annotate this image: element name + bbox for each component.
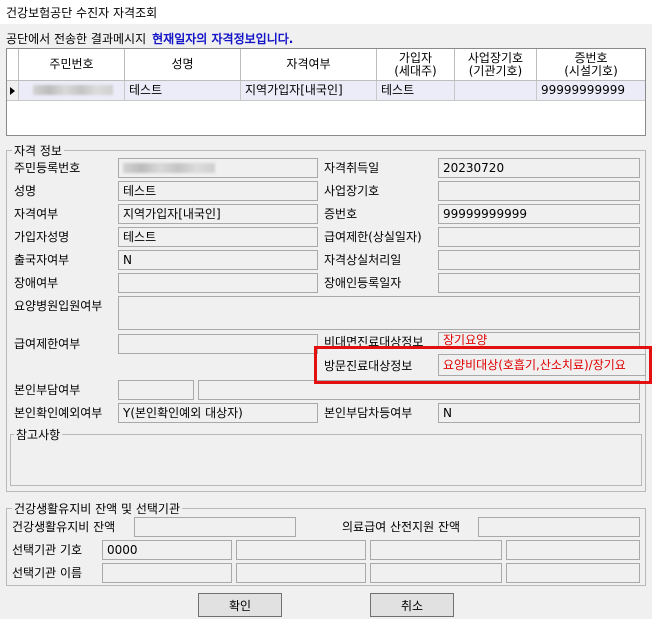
- field-inst-code-3[interactable]: [370, 540, 502, 560]
- field-disability[interactable]: [118, 273, 318, 293]
- ok-button[interactable]: 확인: [198, 593, 282, 617]
- field-benefit-limit-date[interactable]: [438, 227, 640, 247]
- label-self-pay: 본인부담여부: [14, 383, 81, 397]
- field-resident-no[interactable]: [118, 158, 318, 178]
- field-inst-code-1[interactable]: 0000: [102, 540, 232, 560]
- field-name[interactable]: 테스트: [118, 181, 318, 201]
- label-identity-exempt: 본인확인예외여부: [14, 406, 103, 420]
- field-benefit-limit[interactable]: [118, 334, 318, 354]
- grid-header-workplace-code[interactable]: 사업장기호 (기관기호): [455, 49, 537, 81]
- label-card-no: 증번호: [324, 207, 358, 221]
- label-self-pay-diff: 본인부담차등여부: [324, 406, 413, 420]
- label-name: 성명: [14, 184, 37, 198]
- field-departure[interactable]: N: [118, 250, 318, 270]
- field-inst-name-1[interactable]: [102, 563, 232, 583]
- field-card-no[interactable]: 99999999999: [438, 204, 640, 224]
- result-message-text: 현재일자의 자격정보입니다.: [152, 32, 294, 46]
- result-grid[interactable]: 주민번호 성명 자격여부 가입자 (세대주) 사업장기호 (기관기호) 증번호 …: [6, 48, 646, 136]
- field-status[interactable]: 지역가입자[내국인]: [118, 204, 318, 224]
- row-pointer-icon: [7, 81, 19, 101]
- grid-header-name[interactable]: 성명: [125, 49, 241, 81]
- grid-header-subscriber[interactable]: 가입자 (세대주): [377, 49, 455, 81]
- grid-cell-status[interactable]: 지역가입자[내국인]: [241, 81, 377, 101]
- grid-header-status[interactable]: 자격여부: [241, 49, 377, 81]
- label-disability-reg: 장애인등록일자: [324, 276, 402, 290]
- field-self-pay-diff[interactable]: N: [438, 403, 640, 423]
- grid-header-card-no[interactable]: 증번호 (시설기호): [537, 49, 645, 81]
- field-workplace-code[interactable]: [438, 181, 640, 201]
- redacted-resident-no-field: [123, 163, 215, 173]
- label-disability: 장애여부: [14, 276, 59, 290]
- field-inst-code-2[interactable]: [236, 540, 366, 560]
- label-benefit-limit: 급여제한여부: [14, 337, 81, 351]
- grid-cell-subscriber[interactable]: 테스트: [377, 81, 455, 101]
- label-benefit-limit-date: 급여제한(상실일자): [324, 230, 422, 244]
- label-resident-no: 주민등록번호: [14, 161, 81, 175]
- field-loss-processed[interactable]: [438, 250, 640, 270]
- grid-header-resident-no[interactable]: 주민번호: [19, 49, 125, 81]
- grid-cell-card-no[interactable]: 99999999999: [537, 81, 645, 101]
- grid-cell-name[interactable]: 테스트: [125, 81, 241, 101]
- field-inst-name-2[interactable]: [236, 563, 366, 583]
- label-medical-aid: 의료급여 산전지원 잔액: [342, 520, 461, 534]
- field-remarks[interactable]: [12, 442, 640, 484]
- label-loss-processed: 자격상실처리일: [324, 253, 402, 267]
- label-acquired-date: 자격취득일: [324, 161, 380, 175]
- field-medical-aid[interactable]: [478, 517, 640, 537]
- field-inst-name-4[interactable]: [506, 563, 640, 583]
- result-message-label: 공단에서 전송한 결과메시지: [6, 32, 147, 46]
- label-inst-name: 선택기관 이름: [12, 566, 83, 580]
- field-disability-reg[interactable]: [438, 273, 640, 293]
- label-workplace-code: 사업장기호: [324, 184, 380, 198]
- field-balance[interactable]: [134, 517, 296, 537]
- health-account-title: 건강생활유지비 잔액 및 선택기관: [12, 500, 183, 517]
- field-inst-code-4[interactable]: [506, 540, 640, 560]
- field-self-pay[interactable]: [118, 380, 194, 400]
- label-inst-code: 선택기관 기호: [12, 543, 83, 557]
- qualification-group-title: 자격 정보: [12, 142, 64, 159]
- field-subscriber-name[interactable]: 테스트: [118, 227, 318, 247]
- grid-cell-resident-no[interactable]: [19, 81, 125, 101]
- label-nursing-hospital: 요양병원입원여부: [14, 299, 103, 313]
- field-identity-exempt[interactable]: Y(본인확인예외 대상자): [118, 403, 318, 423]
- label-subscriber-name: 가입자성명: [14, 230, 70, 244]
- label-departure: 출국자여부: [14, 253, 70, 267]
- annotation-highlight-box: [314, 346, 652, 384]
- window-title: 건강보험공단 수진자 자격조회: [6, 6, 158, 20]
- redacted-resident-no: [33, 85, 113, 95]
- grid-header-indicator: [7, 49, 19, 81]
- result-message: 공단에서 전송한 결과메시지 현재일자의 자격정보입니다.: [6, 30, 293, 47]
- field-acquired-date[interactable]: 20230720: [438, 158, 640, 178]
- field-inst-name-3[interactable]: [370, 563, 502, 583]
- field-non-face[interactable]: 장기요양: [438, 332, 640, 346]
- remarks-title: 참고사항: [14, 426, 63, 443]
- label-status: 자격여부: [14, 207, 59, 221]
- cancel-button[interactable]: 취소: [370, 593, 454, 617]
- grid-cell-workplace-code[interactable]: [455, 81, 537, 101]
- label-balance: 건강생활유지비 잔액: [12, 520, 116, 534]
- field-nursing-hospital[interactable]: [118, 296, 640, 330]
